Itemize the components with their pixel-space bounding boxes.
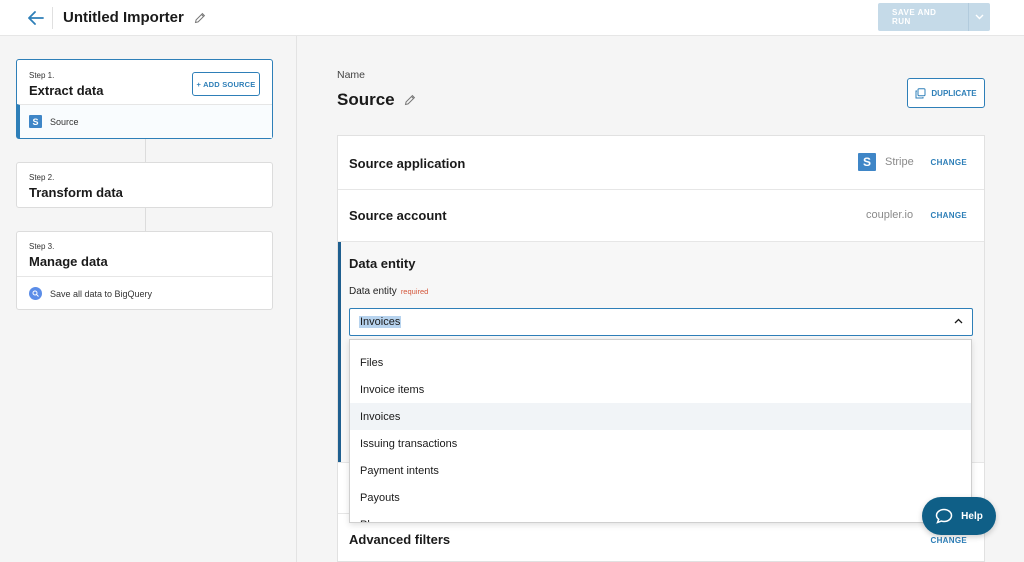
step-connector bbox=[145, 208, 146, 231]
save-and-run-button[interactable]: SAVE AND RUN bbox=[878, 3, 968, 31]
add-source-button[interactable]: + ADD SOURCE bbox=[192, 72, 260, 96]
row-title: Source application bbox=[349, 156, 466, 171]
row-title: Source account bbox=[349, 208, 447, 223]
help-label: Help bbox=[961, 510, 983, 522]
edit-name-button[interactable] bbox=[404, 94, 416, 106]
chat-bubble-icon bbox=[935, 508, 953, 524]
step-title: Transform data bbox=[29, 185, 123, 200]
step-card-extract[interactable]: Step 1. Extract data + ADD SOURCE S Sour… bbox=[16, 59, 273, 139]
header-divider bbox=[52, 6, 53, 29]
top-bar: Untitled Importer SAVE AND RUN bbox=[0, 0, 1024, 36]
edit-title-button[interactable] bbox=[194, 12, 206, 24]
source-name-text: Source bbox=[337, 90, 395, 109]
steps-sidebar: Step 1. Extract data + ADD SOURCE S Sour… bbox=[0, 36, 297, 562]
dropdown-option[interactable]: Invoice items bbox=[350, 376, 971, 403]
change-filters-link[interactable]: CHANGE bbox=[931, 536, 967, 545]
source-name: Source bbox=[337, 90, 416, 110]
data-entity-label: Data entity bbox=[349, 286, 397, 297]
step-card-manage[interactable]: Step 3. Manage data Save all data to Big… bbox=[16, 231, 273, 310]
source-application-row: Source application S Stripe CHANGE bbox=[338, 136, 984, 190]
duplicate-button[interactable]: DUPLICATE bbox=[907, 78, 985, 108]
step-number: Step 2. bbox=[29, 173, 55, 182]
save-options-button[interactable] bbox=[968, 3, 990, 31]
field-label: Data entity required bbox=[349, 286, 428, 297]
step-title: Manage data bbox=[29, 254, 108, 269]
stripe-icon: S bbox=[858, 153, 876, 171]
substep-bigquery[interactable]: Save all data to BigQuery bbox=[17, 276, 272, 310]
step-connector bbox=[145, 139, 146, 162]
step-card-transform[interactable]: Step 2. Transform data bbox=[16, 162, 273, 208]
dropdown-option[interactable]: Payouts bbox=[350, 484, 971, 511]
back-button[interactable] bbox=[22, 4, 50, 32]
source-account-row: Source account coupler.io CHANGE bbox=[338, 190, 984, 242]
copy-icon bbox=[915, 87, 926, 98]
change-application-link[interactable]: CHANGE bbox=[931, 158, 967, 167]
duplicate-label: DUPLICATE bbox=[931, 88, 977, 98]
required-badge: required bbox=[400, 287, 429, 296]
dropdown-option[interactable]: Pl... bbox=[350, 511, 971, 523]
chevron-down-icon bbox=[975, 14, 984, 20]
dropdown-option[interactable]: Files bbox=[350, 349, 971, 376]
dropdown-option-selected[interactable]: Invoices bbox=[350, 403, 971, 430]
help-button[interactable]: Help bbox=[922, 497, 996, 535]
save-and-run-group: SAVE AND RUN bbox=[878, 3, 990, 31]
substep-source[interactable]: S Source bbox=[17, 104, 272, 138]
row-title: Advanced filters bbox=[349, 532, 451, 547]
data-entity-dropdown: Files Invoice items Invoices Issuing tra… bbox=[349, 339, 972, 523]
name-label: Name bbox=[337, 69, 366, 81]
stripe-icon: S bbox=[29, 115, 42, 128]
substep-label: Source bbox=[50, 116, 79, 127]
row-value: coupler.io bbox=[866, 209, 914, 221]
arrow-left-icon bbox=[28, 10, 44, 25]
section-title: Data entity bbox=[349, 256, 416, 271]
dropdown-option[interactable]: Payment intents bbox=[350, 457, 971, 484]
substep-label: Save all data to BigQuery bbox=[50, 288, 153, 299]
dropdown-option[interactable]: Issuing transactions bbox=[350, 430, 971, 457]
importer-title: Untitled Importer bbox=[63, 9, 184, 26]
bigquery-icon bbox=[29, 287, 42, 300]
change-account-link[interactable]: CHANGE bbox=[931, 211, 967, 220]
data-entity-select[interactable]: Invoices bbox=[349, 308, 973, 336]
pencil-icon bbox=[404, 94, 415, 106]
step-number: Step 1. bbox=[29, 71, 55, 80]
row-value: Stripe bbox=[885, 156, 914, 168]
step-number: Step 3. bbox=[29, 242, 55, 251]
step-title: Extract data bbox=[29, 83, 104, 98]
selected-value: Invoices bbox=[359, 316, 402, 328]
pencil-icon bbox=[194, 12, 205, 23]
chevron-up-icon bbox=[954, 318, 963, 324]
